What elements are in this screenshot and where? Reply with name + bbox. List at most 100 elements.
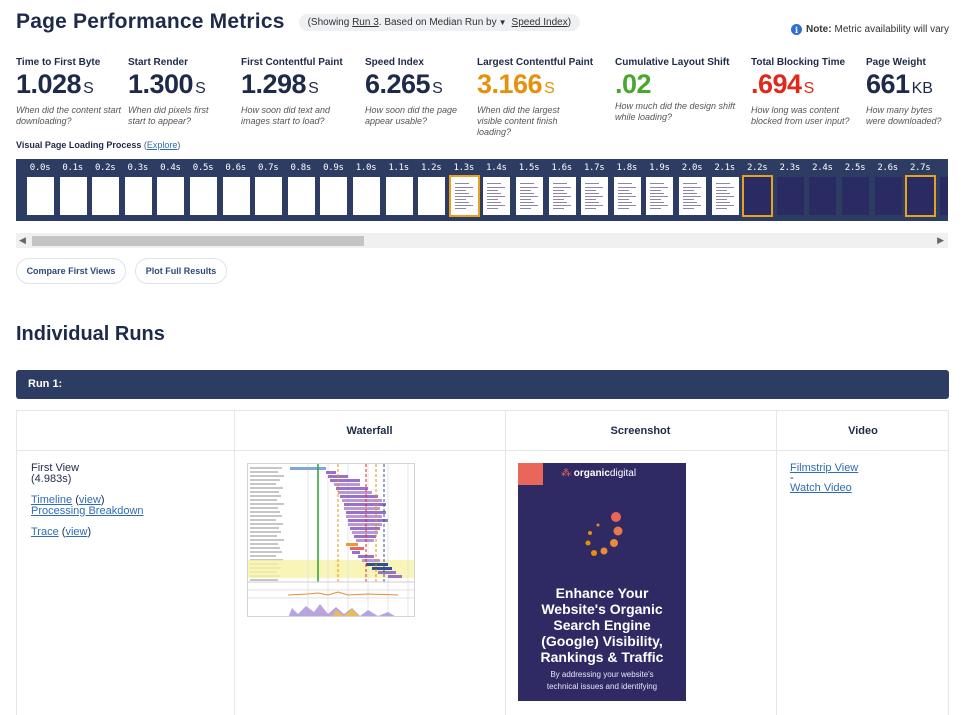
filmstrip-frame[interactable]: 0.1s — [58, 159, 88, 221]
frame-content-line — [617, 199, 629, 200]
screenshot-hero-text: Enhance Your Website's Organic Search En… — [518, 585, 686, 665]
frame-content-line — [552, 205, 571, 206]
metric-tbt: Total Blocking Time .694 S How long was c… — [751, 57, 861, 127]
frame-timestamp: 1.3s — [453, 163, 475, 173]
frame-content-line — [552, 196, 571, 197]
frame-timestamp: 0.0s — [29, 163, 51, 173]
frame-content-line — [487, 196, 506, 197]
frame-content-line — [585, 187, 604, 188]
chevron-down-icon[interactable]: ▼ — [499, 18, 507, 27]
filmstrip-frame[interactable]: 2.4s — [807, 159, 837, 221]
scroll-left-icon[interactable]: ◀ — [19, 235, 26, 246]
frame-content-line — [487, 193, 502, 194]
screenshot-column-header: Screenshot — [610, 425, 671, 437]
frame-timestamp: 0.2s — [94, 163, 116, 173]
metric-number: .694 — [751, 69, 802, 99]
frame-content-line — [617, 193, 632, 194]
logo-mark-icon: ⁂ — [561, 468, 571, 479]
filmstrip-frame[interactable]: 1.9s — [644, 159, 674, 221]
processing-breakdown-link[interactable]: Processing Breakdown — [31, 505, 144, 517]
filmstrip-frame[interactable]: 2.1s — [710, 159, 740, 221]
metric-description: How many bytes were downloaded? — [866, 105, 942, 126]
frame-content-line — [650, 183, 665, 184]
frame-content-line — [552, 208, 564, 209]
filmstrip[interactable]: 0.0s 0.1s 0.2s 0.3s 0.4s 0.5s 0.6s 0.7s 0.8s 0.9s… — [16, 159, 948, 221]
frame-thumbnail — [255, 177, 283, 215]
frame-content-line — [650, 196, 669, 197]
frame-timestamp: 0.8s — [290, 163, 312, 173]
filmstrip-frame[interactable]: 0.6s — [221, 159, 251, 221]
filmstrip-frame[interactable]: 2.3s — [775, 159, 805, 221]
filmstrip-frame[interactable]: 0.0s — [25, 159, 55, 221]
filmstrip-frame[interactable]: 0.8s — [286, 159, 316, 221]
median-metric-link[interactable]: Speed Index — [512, 17, 568, 28]
frame-thumbnail — [59, 177, 87, 215]
frame-content-line — [683, 183, 697, 184]
frame-content-line — [454, 208, 466, 209]
frame-content-line — [650, 199, 662, 200]
frame-content-line — [650, 190, 662, 191]
frame-thumbnail — [679, 177, 706, 215]
frame-timestamp: 2.5s — [844, 163, 866, 173]
filmstrip-frame[interactable]: 2.7s — [905, 159, 937, 221]
frame-thumbnail — [581, 177, 609, 215]
metric-value: .02 — [615, 70, 737, 99]
metric-value: 661 KB — [866, 70, 946, 103]
filmstrip-frame[interactable]: 2.5s — [840, 159, 870, 221]
trace-view-link[interactable]: view — [65, 526, 87, 538]
filmstrip-frame[interactable]: 0.2s — [90, 159, 120, 221]
metric-unit: KB — [911, 80, 933, 97]
frame-content-line — [585, 202, 600, 203]
filmstrip-frame[interactable]: 2.6s — [873, 159, 903, 221]
filmstrip-frame[interactable]: 0.3s — [123, 159, 153, 221]
run-selector-pill: (Showing Run 3. Based on Median Run by ▼ S… — [298, 13, 581, 31]
metric-value: 6.265 S — [365, 70, 463, 103]
frame-content-line — [715, 202, 730, 203]
filmstrip-view-link[interactable]: Filmstrip View — [790, 462, 858, 474]
filmstrip-frame[interactable]: 1.3s — [448, 159, 480, 221]
filmstrip-frame[interactable]: 1.2s — [416, 159, 446, 221]
frame-content-line — [487, 190, 499, 191]
frame-content-line — [520, 193, 534, 194]
waterfall-thumbnail[interactable] — [247, 463, 415, 617]
filmstrip-frame[interactable]: 1.1s — [384, 159, 414, 221]
filmstrip-frame[interactable]: 1.8s — [612, 159, 642, 221]
metric-description: How much did the design shift while load… — [615, 101, 736, 122]
compare-first-views-button[interactable]: Compare First Views — [16, 258, 126, 284]
plot-full-results-button[interactable]: Plot Full Results — [135, 258, 227, 284]
screenshot-accent-block — [518, 463, 543, 485]
filmstrip-frame[interactable]: 1.4s — [481, 159, 511, 221]
frame-content-line — [715, 190, 727, 191]
frame-content-line — [552, 202, 567, 203]
run-link[interactable]: Run 3 — [352, 17, 379, 28]
frame-content-line — [585, 196, 604, 197]
filmstrip-frame[interactable]: 1.6s — [547, 159, 577, 221]
video-cell: Filmstrip View - Watch Video — [790, 463, 858, 494]
filmstrip-frame[interactable]: 0.7s — [253, 159, 283, 221]
metric-note: i Note: Metric availability will vary — [790, 24, 949, 35]
filmstrip-frame[interactable]: 2.0s — [677, 159, 707, 221]
filmstrip-frame[interactable]: 2.2s — [742, 159, 774, 221]
filmstrip-frame[interactable]: 1.5s — [514, 159, 544, 221]
filmstrip-scrollbar[interactable]: ◀ ▶ — [16, 233, 948, 248]
frame-content-line — [683, 193, 697, 194]
filmstrip-frame[interactable]: 0.4s — [155, 159, 185, 221]
explore-link[interactable]: Explore — [147, 140, 178, 150]
scroll-right-icon[interactable]: ▶ — [937, 235, 944, 246]
filmstrip-frame[interactable]: 1.0s — [351, 159, 381, 221]
screenshot-thumbnail[interactable]: ⁂ organicdigital Enhance Your Website's … — [518, 463, 686, 701]
frame-timestamp: 2.4s — [812, 163, 833, 173]
frame-content-line — [617, 205, 636, 206]
filmstrip-frame[interactable]: 1.7s — [579, 159, 609, 221]
frame-content-line — [585, 208, 597, 209]
frame-thumbnail — [874, 177, 902, 215]
filmstrip-frame[interactable]: 0.9s — [318, 159, 348, 221]
filmstrip-frame[interactable]: 2 — [938, 159, 948, 221]
first-view-cell: First View (4.983s) Timeline (view) Proc… — [31, 463, 144, 538]
metric-number: 1.028 — [16, 69, 82, 99]
watch-video-link[interactable]: Watch Video — [790, 482, 852, 494]
page-title: Page Performance Metrics — [16, 10, 285, 33]
filmstrip-frame[interactable]: 0.5s — [188, 159, 218, 221]
trace-link[interactable]: Trace — [31, 526, 59, 538]
scrollbar-thumb[interactable] — [32, 236, 364, 246]
